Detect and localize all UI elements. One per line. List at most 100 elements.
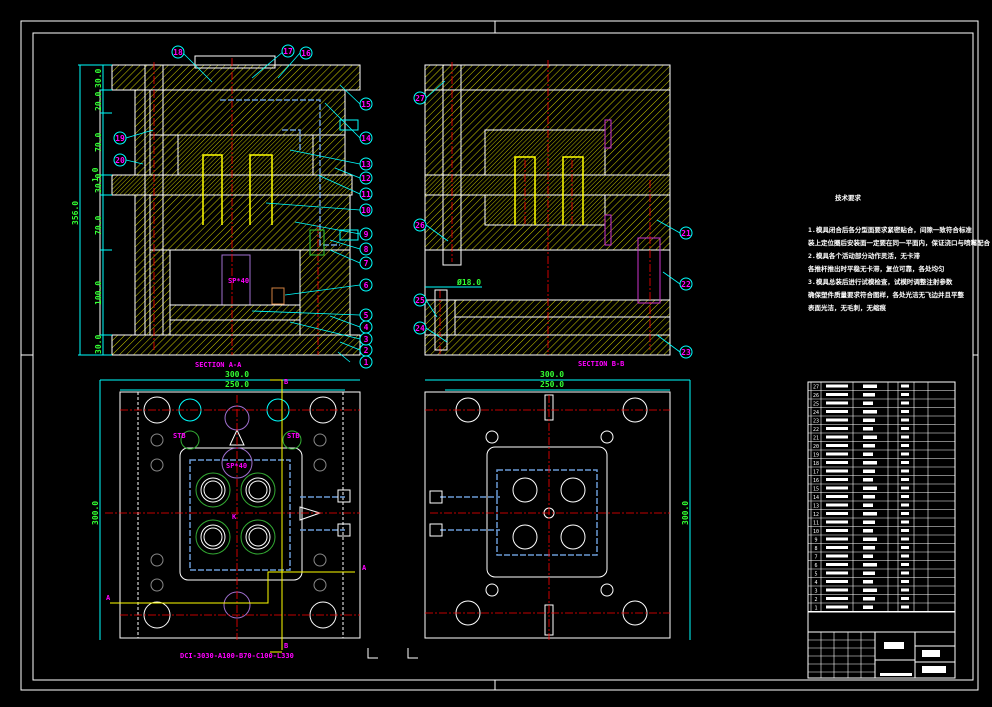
technical-requirements: 技术要求 1.模具闭合后各分型面要求紧密贴合，间隙一致符合标准 装上定位圈后安装… [807, 193, 991, 312]
parts-list-code-cell [826, 554, 848, 558]
parts-list-row-number: 22 [813, 427, 819, 433]
cut-mark-b-top: B [284, 378, 288, 386]
plan-label-k: K [232, 513, 237, 521]
parts-list-row-number: 19 [813, 452, 819, 458]
sprue-label: SP*40 [228, 277, 249, 285]
parts-list-name-cell [863, 546, 875, 550]
parts-list-name-cell [863, 418, 875, 422]
parts-list-code-cell [826, 452, 848, 456]
cut-mark-a-left: A [106, 594, 111, 602]
section-a-a-label: SECTION A-A [195, 361, 242, 369]
balloon-22: 22 [662, 271, 693, 291]
dim-seg-5: 30.0 [94, 174, 103, 193]
plan-label-sp: SP*40 [226, 462, 247, 470]
parts-list-name-cell [863, 571, 875, 575]
parts-list-name-cell [863, 503, 873, 507]
svg-text:20: 20 [115, 156, 125, 165]
parts-list-name-cell [863, 520, 875, 524]
parts-list-name-cell [863, 444, 875, 448]
parts-list-name-cell [863, 605, 873, 609]
parts-list-material-cell [901, 444, 909, 447]
svg-text:12: 12 [361, 174, 371, 183]
parts-list-material-cell [901, 563, 909, 566]
parts-list-row-number: 14 [813, 495, 819, 501]
dim-seg-1: 30.0 [94, 69, 103, 88]
parts-list-material-cell [901, 393, 909, 396]
parts-list-material-cell [901, 520, 909, 524]
parts-list-code-cell [826, 469, 848, 473]
parts-list-name-cell [863, 597, 875, 601]
left-dimensions: 356.0 30.0 20.0 70.0 1.0 30.0 70.0 100.0… [71, 64, 112, 356]
parts-list-row-number: 12 [813, 512, 819, 518]
parts-list-code-cell [826, 571, 848, 575]
plan-view-moving-half: 300.0 250.0 300.0 [424, 370, 691, 640]
parts-list-row-number: 5 [814, 571, 817, 577]
parts-list-material-cell [901, 384, 909, 388]
svg-text:15: 15 [361, 100, 371, 109]
svg-text:8: 8 [364, 245, 369, 254]
parts-list-code-cell [826, 529, 848, 532]
svg-text:11: 11 [361, 190, 371, 199]
parts-list-name-cell [863, 529, 873, 533]
parts-list-row-number: 25 [813, 401, 819, 407]
svg-text:17: 17 [283, 47, 293, 56]
svg-text:26: 26 [415, 221, 425, 230]
parts-list-name-cell [863, 478, 873, 482]
parts-list-name-cell [863, 427, 873, 431]
parts-list-row-number: 11 [813, 520, 819, 526]
parts-list-name-cell [863, 384, 877, 388]
parts-list-material-cell [901, 580, 909, 583]
dim-total-height: 356.0 [71, 201, 80, 225]
dim-plan-right-outer: 300.0 [540, 370, 564, 379]
parts-list-row-number: 1 [814, 605, 817, 611]
plan-label-stb-left: STB [173, 432, 186, 440]
parts-list-material-cell [901, 418, 909, 422]
cad-drawing: SP*40 356.0 30.0 20.0 70.0 1.0 30.0 70.0… [20, 20, 991, 691]
parts-list-name-cell [863, 563, 877, 567]
parts-list-name-cell [863, 393, 875, 397]
parts-list-code-cell [826, 444, 848, 447]
parts-list-material-cell [901, 605, 909, 609]
parts-list-material-cell [901, 469, 909, 473]
svg-text:21: 21 [681, 229, 691, 238]
dim-seg-6: 70.0 [94, 216, 103, 235]
plan-label-stb-right: STB [287, 432, 300, 440]
top-clamp-plate [111, 64, 361, 91]
dim-seg-8: 30.0 [94, 335, 103, 354]
parts-list-code-cell [826, 393, 848, 396]
svg-text:16: 16 [301, 49, 311, 58]
parts-list-material-cell [901, 588, 909, 592]
parts-list-name-cell [863, 435, 877, 439]
parts-list-material-cell [901, 495, 909, 498]
svg-text:23: 23 [681, 348, 691, 357]
parts-list-row-number: 7 [814, 554, 817, 560]
cut-mark-a-right: A [362, 564, 367, 572]
parts-list-row-number: 6 [814, 563, 817, 569]
parts-list-material-cell [901, 554, 909, 558]
parts-list-code-cell [826, 503, 848, 507]
parts-list-row-number: 24 [813, 410, 819, 416]
spacer-block [299, 249, 351, 336]
parts-list-code-cell [826, 495, 848, 498]
parts-list-name-cell [863, 401, 873, 405]
parts-list-material-cell [901, 537, 909, 541]
parts-list-material-cell [901, 486, 909, 490]
section-b-b-view: Ø18.0 [424, 60, 671, 356]
parts-list-material-cell [901, 435, 909, 439]
parts-list-row-number: 23 [813, 418, 819, 424]
parts-list-row-number: 8 [814, 546, 817, 552]
svg-text:14: 14 [361, 134, 371, 143]
parts-list-code-cell [826, 537, 848, 541]
ejector-retainer-plate [169, 304, 301, 321]
parts-list-table: 2726252423222120191817161514131211109876… [807, 381, 956, 612]
cut-mark-b-bottom: B [284, 642, 288, 650]
svg-text:1: 1 [364, 358, 369, 367]
parts-list-row-number: 26 [813, 393, 819, 399]
dim-plan-left-outer: 300.0 [225, 370, 249, 379]
parts-list-code-cell [826, 588, 848, 592]
title-block [807, 611, 956, 679]
svg-text:9: 9 [364, 230, 369, 239]
tech-req-line: 确保塑件质量要求符合图样，各处光洁无飞边并且平整 [808, 290, 965, 299]
parts-list-code-cell [826, 427, 848, 430]
parts-list-name-cell [863, 461, 877, 465]
